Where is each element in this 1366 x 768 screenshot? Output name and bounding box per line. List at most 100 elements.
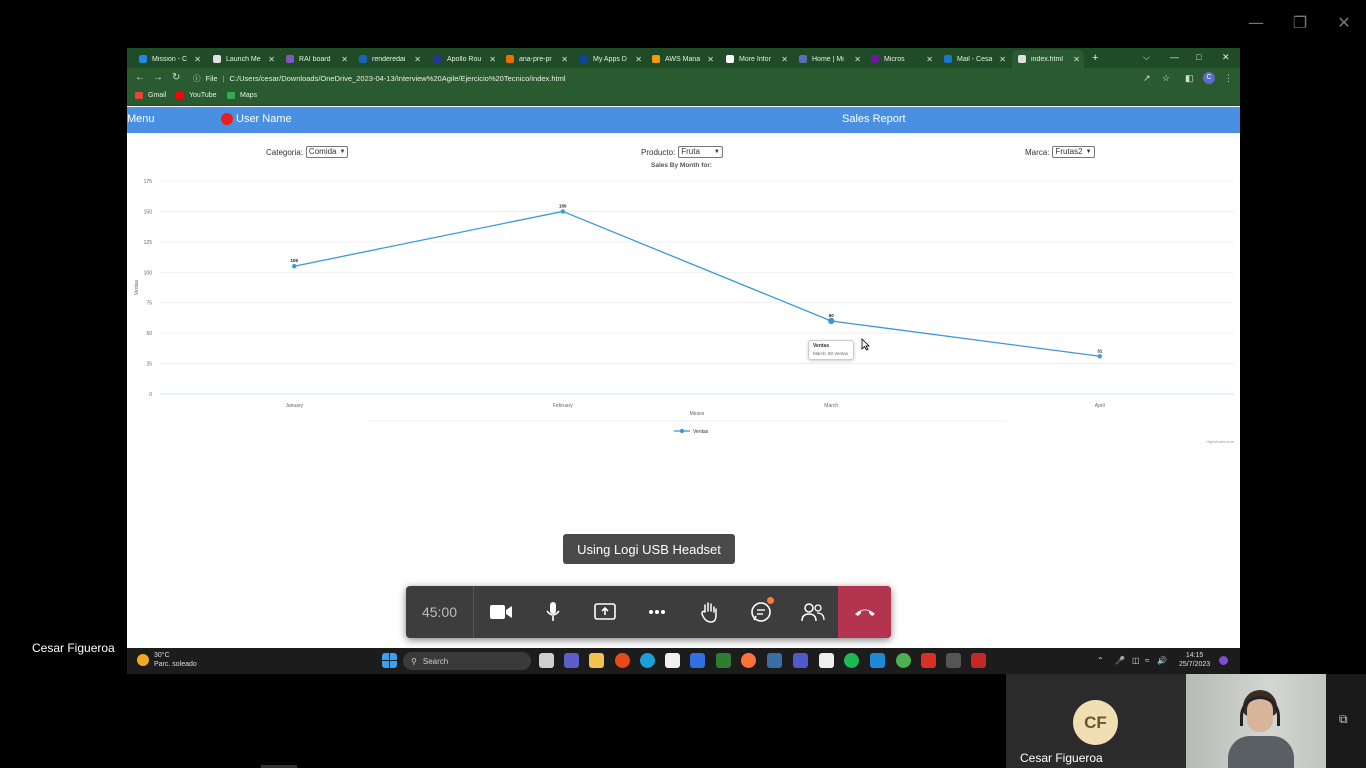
data-point[interactable] [828, 317, 835, 325]
weather-widget[interactable]: 30°C Parc. soleado [137, 651, 197, 669]
taskbar-clock[interactable]: 14:15 25/7/2023 [1179, 651, 1210, 669]
profile-avatar[interactable]: C [1203, 72, 1215, 84]
photos-icon[interactable] [767, 653, 782, 668]
maximize-icon[interactable]: □ [1196, 50, 1201, 64]
tab-search-icon[interactable]: ⌵ [1143, 50, 1150, 64]
browser-tab[interactable]: Home | Mi ✕ [793, 50, 865, 68]
close-icon[interactable]: ✕ [1333, 12, 1355, 34]
raise-hand-button[interactable] [683, 586, 735, 638]
teams-icon[interactable] [793, 653, 808, 668]
browser-tab[interactable]: More Infor ✕ [720, 50, 792, 68]
edge-icon[interactable] [640, 653, 655, 668]
bookmark-item[interactable]: Maps [227, 92, 257, 99]
share-screen-button[interactable] [579, 586, 631, 638]
file-explorer-icon[interactable] [589, 653, 604, 668]
browser-tab[interactable]: index.html ✕ [1012, 50, 1084, 68]
store-icon[interactable] [665, 653, 680, 668]
browser-menu-icon[interactable]: ⋮ [1224, 72, 1233, 84]
close-tab-icon[interactable]: ✕ [999, 55, 1010, 64]
close-tab-icon[interactable]: ✕ [414, 55, 425, 64]
slack-icon[interactable] [819, 653, 834, 668]
chrome-active-icon[interactable] [896, 653, 911, 668]
browser-tab[interactable]: renderedai ✕ [353, 50, 425, 68]
browser-tab[interactable]: Mail - Cesa ✕ [938, 50, 1010, 68]
close-tab-icon[interactable]: ✕ [489, 55, 500, 64]
more-options-button[interactable] [631, 586, 683, 638]
spotify-icon[interactable] [844, 653, 859, 668]
app-notification-icon[interactable] [921, 653, 936, 668]
participant-tile[interactable]: CF Cesar Figueroa [1006, 674, 1186, 768]
microphone-tray-icon[interactable]: 🎤 [1115, 656, 1125, 665]
browser-tab[interactable]: Micros ✕ [865, 50, 937, 68]
xbox-icon[interactable] [716, 653, 731, 668]
snipping-icon[interactable] [971, 653, 986, 668]
minimize-icon[interactable]: — [1245, 12, 1267, 34]
azure-icon[interactable] [690, 653, 705, 668]
close-tab-icon[interactable]: ✕ [781, 55, 792, 64]
end-call-button[interactable] [838, 586, 891, 638]
volume-icon[interactable]: 🔊 [1157, 656, 1167, 665]
legend-label[interactable]: Ventas [693, 429, 709, 435]
chart-credit[interactable]: Highcharts.com [1206, 439, 1234, 444]
close-icon[interactable]: ✕ [1222, 50, 1230, 64]
user-name[interactable]: User Name [236, 113, 292, 125]
close-tab-icon[interactable]: ✕ [926, 55, 937, 64]
browser-tab[interactable]: RAI board ✕ [280, 50, 352, 68]
close-tab-icon[interactable]: ✕ [707, 55, 718, 64]
forward-icon[interactable]: → [153, 71, 163, 85]
vscode-icon[interactable] [870, 653, 885, 668]
browser-tab[interactable]: Launch Me ✕ [207, 50, 279, 68]
data-point[interactable] [1097, 354, 1102, 359]
data-point[interactable] [560, 209, 565, 214]
new-tab-icon[interactable]: + [1092, 50, 1098, 66]
side-panel-icon[interactable]: ◧ [1185, 72, 1194, 84]
bookmark-item[interactable]: YouTube [176, 92, 217, 99]
close-tab-icon[interactable]: ✕ [854, 55, 865, 64]
display-tray-icon[interactable]: ◫ [1132, 656, 1140, 665]
menu-button[interactable]: Menu [127, 113, 155, 125]
producto-select[interactable]: Fruta ▼ [678, 146, 723, 158]
self-video[interactable] [1186, 674, 1326, 768]
minimize-icon[interactable]: — [1170, 50, 1179, 64]
close-tab-icon[interactable]: ✕ [635, 55, 646, 64]
terminal-icon[interactable] [946, 653, 961, 668]
participants-button[interactable] [787, 586, 839, 638]
microphone-button[interactable] [527, 586, 579, 638]
browser-tab[interactable]: My Apps D ✕ [574, 50, 646, 68]
back-icon[interactable]: ← [135, 71, 145, 85]
url-field[interactable]: ⓘ File | C:/Users/cesar/Downloads/OneDri… [193, 70, 1133, 86]
windows-start-icon[interactable] [382, 653, 397, 668]
close-tab-icon[interactable]: ✕ [194, 55, 205, 64]
close-tab-icon[interactable]: ✕ [341, 55, 352, 64]
close-tab-icon[interactable]: ✕ [268, 55, 279, 64]
legend-marker[interactable] [679, 428, 685, 434]
taskbar-search[interactable]: ⚲ Search [403, 652, 531, 670]
data-point[interactable] [292, 264, 297, 269]
browser-tab[interactable]: Apollo Rou ✕ [428, 50, 500, 68]
meet-icon[interactable] [564, 653, 579, 668]
meeting-side-control[interactable]: ⧉ [1326, 674, 1366, 768]
notifications-icon[interactable] [1219, 656, 1228, 665]
marca-select[interactable]: Frutas2 ▼ [1052, 146, 1095, 158]
firefox-icon[interactable] [741, 653, 756, 668]
browser-tab[interactable]: AWS Mana ✕ [646, 50, 718, 68]
categoria-select[interactable]: Comida ▼ [305, 146, 349, 158]
browser-tab[interactable]: Mission - C ✕ [133, 50, 205, 68]
task-view-icon[interactable] [539, 653, 554, 668]
share-icon[interactable]: ↗ [1143, 72, 1151, 84]
close-tab-icon[interactable]: ✕ [561, 55, 572, 64]
wifi-icon[interactable]: ≈ [1145, 656, 1149, 665]
chrome-icon[interactable] [615, 653, 630, 668]
browser-tab[interactable]: ana-pre-pr ✕ [500, 50, 572, 68]
restore-icon[interactable]: ❐ [1289, 12, 1311, 34]
x-tick-label: March [824, 403, 838, 409]
camera-button[interactable] [475, 586, 527, 638]
bookmark-star-icon[interactable]: ☆ [1162, 72, 1170, 84]
chat-notification-badge [767, 597, 774, 604]
reload-icon[interactable]: ↻ [172, 71, 180, 85]
video-camera-icon [490, 605, 512, 619]
chat-button[interactable] [735, 586, 787, 638]
chevron-up-icon[interactable]: ⌃ [1097, 656, 1104, 665]
close-tab-icon[interactable]: ✕ [1073, 55, 1084, 64]
bookmark-item[interactable]: Gmail [135, 92, 166, 99]
